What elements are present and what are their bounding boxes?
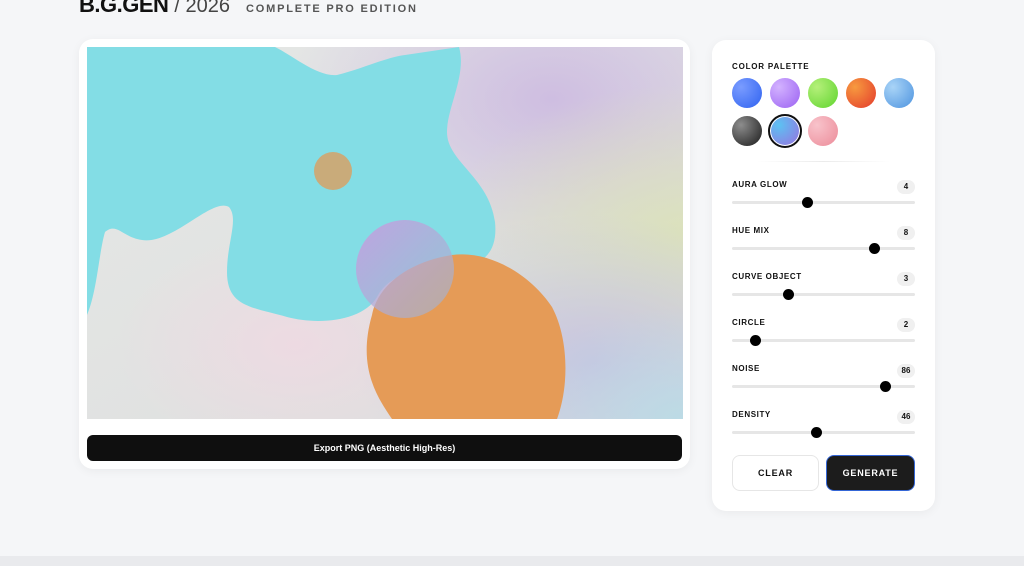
- slider-value: 46: [897, 410, 915, 424]
- slider-label: HUE MIX: [732, 226, 770, 235]
- palette-swatch-blue[interactable]: [732, 78, 762, 108]
- slider-hue-mix: HUE MIX 8: [732, 226, 915, 266]
- slider-density: DENSITY 46: [732, 410, 915, 450]
- slider-value: 3: [897, 272, 915, 286]
- control-panel: COLOR PALETTE AURA GLOW 4 HUE MIX 8 CURV…: [712, 40, 935, 511]
- palette-swatch-green[interactable]: [808, 78, 838, 108]
- artwork-svg: [87, 47, 683, 419]
- slider-value: 4: [897, 180, 915, 194]
- slider-track[interactable]: [732, 335, 915, 346]
- edition-label: COMPLETE PRO EDITION: [246, 3, 418, 15]
- slider-value: 8: [897, 226, 915, 240]
- slider-aura-glow: AURA GLOW 4: [732, 180, 915, 220]
- slider-value: 2: [897, 318, 915, 332]
- app-header: B.G.GEN / 2026 COMPLETE PRO EDITION: [79, 0, 418, 20]
- slider-label: DENSITY: [732, 410, 771, 419]
- gold-circle: [314, 152, 352, 190]
- slider-noise: NOISE 86: [732, 364, 915, 404]
- palette-swatch-rose[interactable]: [808, 116, 838, 146]
- palette-swatch-iris-sky[interactable]: [768, 114, 802, 148]
- clear-button[interactable]: CLEAR: [732, 455, 819, 491]
- generated-artwork: [87, 47, 683, 419]
- bottom-edge: [0, 556, 1024, 566]
- slider-track[interactable]: [732, 289, 915, 300]
- slider-label: NOISE: [732, 364, 760, 373]
- slider-label: AURA GLOW: [732, 180, 788, 189]
- palette-swatch-charcoal[interactable]: [732, 116, 762, 146]
- generate-button[interactable]: GENERATE: [826, 455, 915, 491]
- slider-track[interactable]: [732, 197, 915, 208]
- gradient-orb: [356, 220, 454, 318]
- slider-thumb[interactable]: [869, 243, 881, 254]
- slider-thumb[interactable]: [801, 197, 813, 208]
- slider-thumb[interactable]: [750, 335, 762, 346]
- slider-track[interactable]: [732, 243, 915, 254]
- slider-curve-object: CURVE OBJECT 3: [732, 272, 915, 312]
- slider-thumb[interactable]: [880, 381, 892, 392]
- slider-label: CURVE OBJECT: [732, 272, 802, 281]
- slider-label: CIRCLE: [732, 318, 766, 327]
- color-palette-label: COLOR PALETTE: [732, 62, 810, 71]
- slider-thumb[interactable]: [810, 427, 822, 438]
- brand-title: B.G.GEN: [79, 0, 169, 17]
- brand-year: / 2026: [174, 0, 231, 17]
- slider-circle: CIRCLE 2: [732, 318, 915, 358]
- export-png-button[interactable]: Export PNG (Aesthetic High-Res): [87, 435, 682, 461]
- palette-swatch-sky[interactable]: [884, 78, 914, 108]
- slider-track[interactable]: [732, 427, 915, 438]
- canvas-card: Export PNG (Aesthetic High-Res): [79, 39, 690, 469]
- slider-value: 86: [897, 364, 915, 378]
- slider-track[interactable]: [732, 381, 915, 392]
- slider-thumb[interactable]: [783, 289, 795, 300]
- palette-swatch-violet[interactable]: [770, 78, 800, 108]
- palette-swatch-red-orange[interactable]: [846, 78, 876, 108]
- palette-divider: [756, 161, 891, 162]
